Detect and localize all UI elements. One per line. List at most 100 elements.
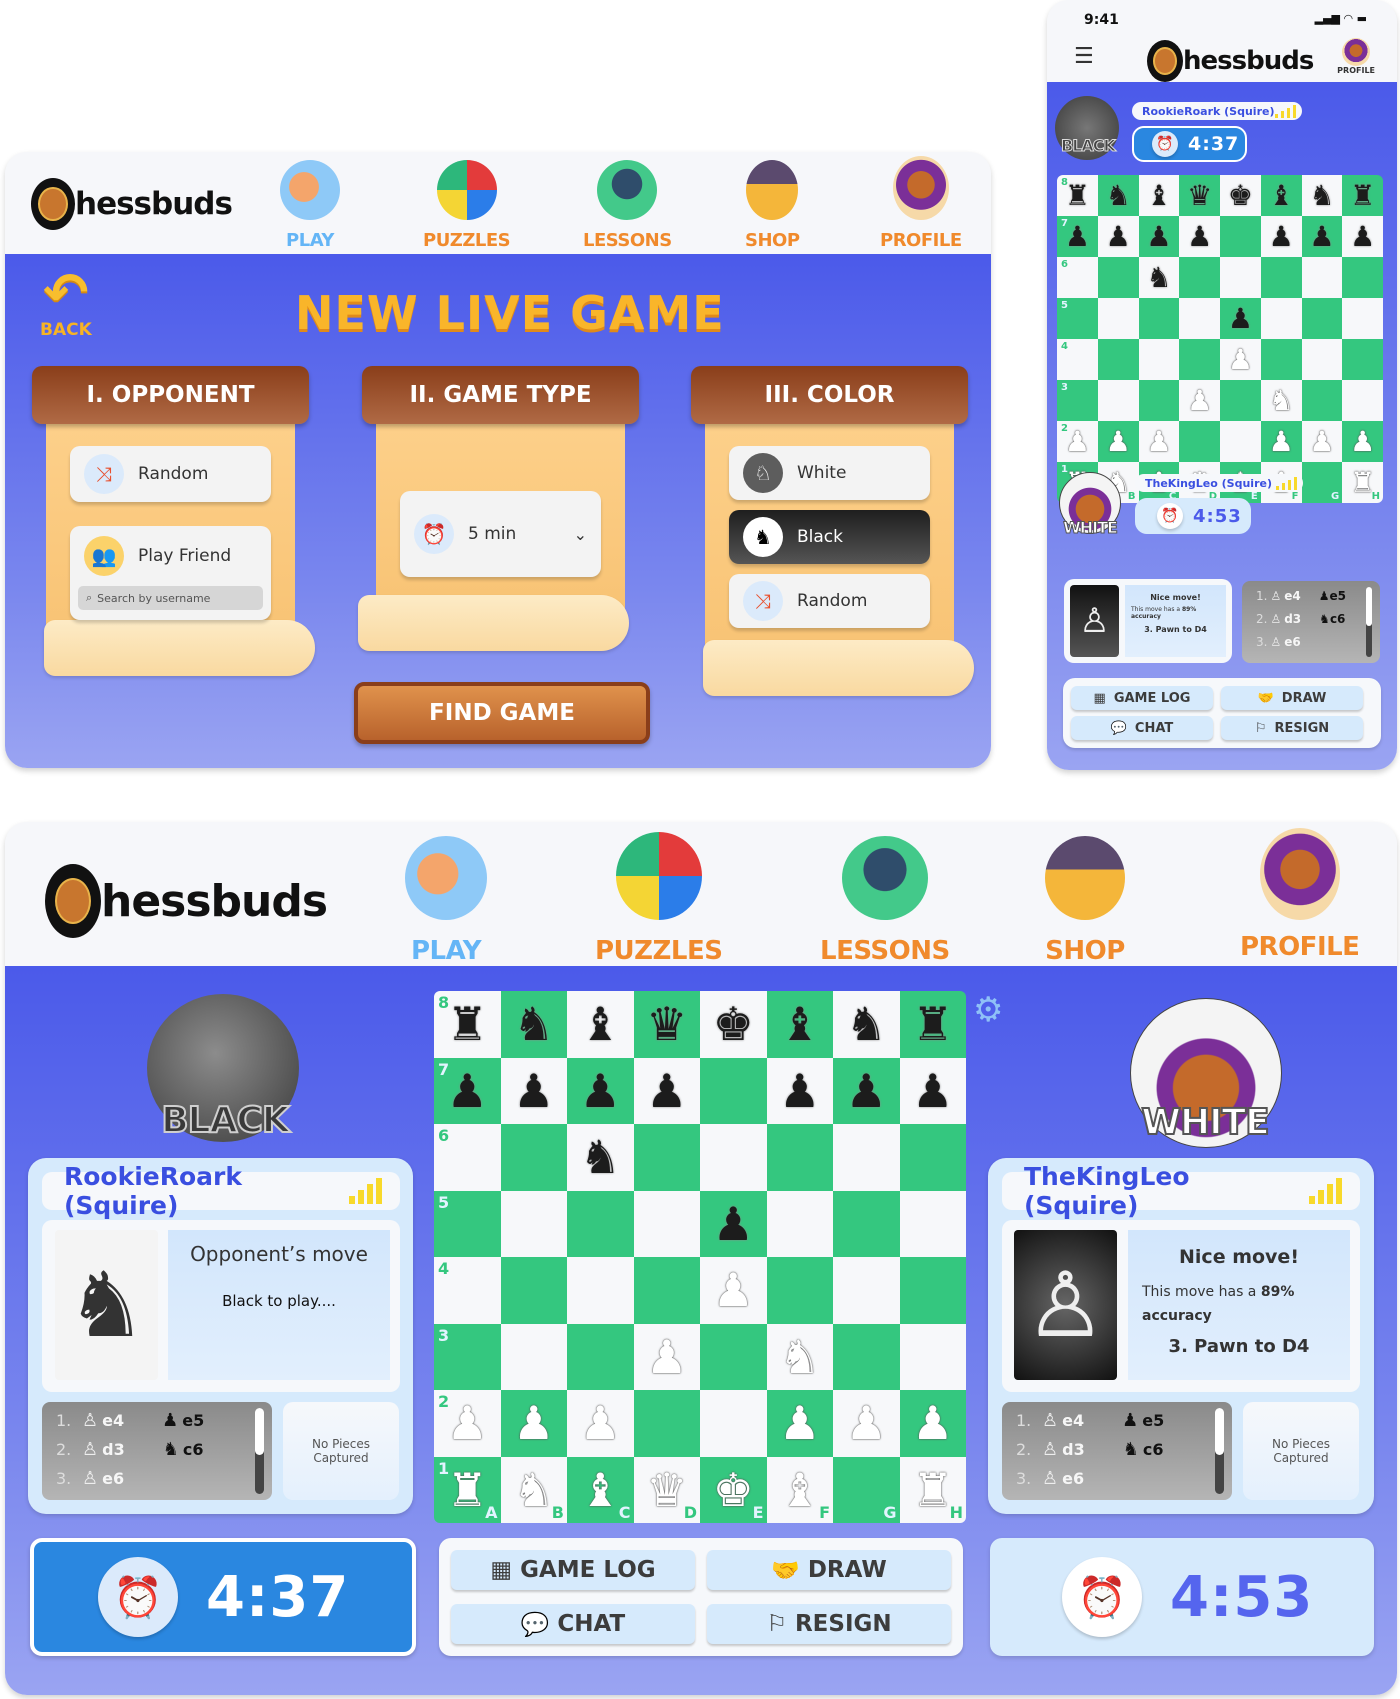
- black-knight-piece[interactable]: ♞: [1146, 263, 1171, 292]
- find-game-button[interactable]: FIND GAME: [354, 682, 650, 744]
- game-type-select[interactable]: ⏰ 5 min ⌄: [400, 491, 601, 577]
- black-rook-piece[interactable]: ♜: [447, 1001, 488, 1047]
- white-pawn-piece[interactable]: ♟: [1350, 427, 1375, 456]
- square-d3[interactable]: ♟: [633, 1323, 700, 1390]
- black-move-log[interactable]: 1. ♙ e4 ♟ e5 2. ♙ d3 ♞ c6 3. ♙ e6: [42, 1402, 272, 1500]
- nav-shop[interactable]: SHOP: [745, 160, 800, 251]
- square-g6[interactable]: [833, 1124, 900, 1191]
- square-c4[interactable]: [1138, 339, 1180, 380]
- square-b4[interactable]: [1097, 339, 1139, 380]
- nav-play[interactable]: PLAY: [405, 836, 487, 966]
- black-pawn-piece[interactable]: ♟: [1106, 222, 1131, 251]
- square-d8[interactable]: ♛: [633, 991, 700, 1058]
- square-c6[interactable]: ♞: [567, 1124, 634, 1191]
- square-f4[interactable]: [766, 1257, 833, 1324]
- square-c4[interactable]: [567, 1257, 634, 1324]
- color-black-option[interactable]: ♞ Black: [729, 510, 930, 564]
- black-pawn-piece[interactable]: ♟: [713, 1201, 754, 1247]
- square-b2[interactable]: ♟: [500, 1390, 567, 1457]
- square-h3[interactable]: [899, 1323, 966, 1390]
- chat-button[interactable]: 💬 CHAT: [1071, 716, 1213, 740]
- square-a1[interactable]: 1 A♜: [434, 1456, 501, 1523]
- square-e8[interactable]: ♚: [1220, 175, 1261, 216]
- nav-profile[interactable]: PROFILE: [1240, 828, 1360, 962]
- square-g5[interactable]: [1301, 298, 1343, 339]
- black-pawn-piece[interactable]: ♟: [1187, 222, 1212, 251]
- resign-button[interactable]: ⚐ RESIGN: [1221, 716, 1363, 740]
- square-g2[interactable]: ♟: [833, 1390, 900, 1457]
- black-pawn-piece[interactable]: ♟: [1350, 222, 1375, 251]
- square-a6[interactable]: 6: [1057, 257, 1098, 298]
- black-pawn-piece[interactable]: ♟: [912, 1068, 953, 1114]
- square-b5[interactable]: [1097, 298, 1139, 339]
- square-g2[interactable]: ♟: [1301, 421, 1343, 462]
- square-h4[interactable]: [899, 1257, 966, 1324]
- square-e4[interactable]: ♟: [1220, 339, 1261, 380]
- square-c7[interactable]: ♟: [1138, 216, 1180, 257]
- nav-puzzles[interactable]: PUZZLES: [423, 160, 511, 251]
- square-e8[interactable]: ♚: [700, 991, 767, 1058]
- square-c3[interactable]: [567, 1323, 634, 1390]
- square-a4[interactable]: 4: [1057, 339, 1098, 380]
- square-b2[interactable]: ♟: [1097, 421, 1139, 462]
- brand-logo[interactable]: hessbuds: [1147, 40, 1314, 82]
- brand-logo[interactable]: hessbuds: [31, 178, 233, 230]
- black-pawn-piece[interactable]: ♟: [1065, 222, 1090, 251]
- square-e6[interactable]: [1220, 257, 1261, 298]
- move-log-scrollbar[interactable]: [1366, 587, 1372, 657]
- white-pawn-piece[interactable]: ♟: [580, 1400, 621, 1446]
- square-f3[interactable]: ♞: [1260, 380, 1302, 421]
- move-log-scrollbar[interactable]: [1215, 1408, 1224, 1494]
- back-button[interactable]: ↶ BACK: [40, 266, 92, 341]
- square-d6[interactable]: [1179, 257, 1220, 298]
- square-c8[interactable]: ♝: [567, 991, 634, 1058]
- square-c2[interactable]: ♟: [567, 1390, 634, 1457]
- black-bishop-piece[interactable]: ♝: [779, 1001, 820, 1047]
- square-b6[interactable]: [1097, 257, 1139, 298]
- square-b7[interactable]: ♟: [500, 1057, 567, 1124]
- square-h3[interactable]: [1342, 380, 1383, 421]
- square-f4[interactable]: [1260, 339, 1302, 380]
- white-pawn-piece[interactable]: ♟: [912, 1400, 953, 1446]
- black-knight-piece[interactable]: ♞: [846, 1001, 887, 1047]
- white-pawn-piece[interactable]: ♟: [1309, 427, 1334, 456]
- brand-logo[interactable]: hessbuds: [45, 864, 328, 938]
- square-e2[interactable]: [1220, 421, 1261, 462]
- square-f7[interactable]: ♟: [766, 1057, 833, 1124]
- square-h4[interactable]: [1342, 339, 1383, 380]
- color-random-option[interactable]: ⤨ Random: [729, 574, 930, 628]
- square-b1[interactable]: B ♞: [500, 1456, 567, 1523]
- game-log-button[interactable]: ▦ GAME LOG: [1071, 686, 1213, 710]
- square-f3[interactable]: ♞: [766, 1323, 833, 1390]
- square-g7[interactable]: ♟: [833, 1057, 900, 1124]
- black-pawn-piece[interactable]: ♟: [513, 1068, 554, 1114]
- move-log-scrollbar[interactable]: [255, 1408, 264, 1494]
- color-white-option[interactable]: ♘ White: [729, 446, 930, 500]
- square-c7[interactable]: ♟: [567, 1057, 634, 1124]
- square-d2[interactable]: [633, 1390, 700, 1457]
- black-pawn-piece[interactable]: ♟: [1228, 304, 1253, 333]
- square-e3[interactable]: [1220, 380, 1261, 421]
- black-pawn-piece[interactable]: ♟: [1146, 222, 1171, 251]
- square-h6[interactable]: [899, 1124, 966, 1191]
- square-f8[interactable]: ♝: [1260, 175, 1302, 216]
- white-bishop-piece[interactable]: ♝: [580, 1467, 621, 1513]
- square-c1[interactable]: C♝: [567, 1456, 634, 1523]
- square-e7[interactable]: [700, 1057, 767, 1124]
- square-f6[interactable]: [1260, 257, 1302, 298]
- white-pawn-piece[interactable]: ♟: [447, 1400, 488, 1446]
- square-c6[interactable]: ♞: [1138, 257, 1180, 298]
- square-h1[interactable]: H ♜: [899, 1456, 966, 1523]
- white-knight-piece[interactable]: ♞: [779, 1334, 820, 1380]
- square-b4[interactable]: [500, 1257, 567, 1324]
- square-a5[interactable]: 5: [1057, 298, 1098, 339]
- square-e7[interactable]: [1220, 216, 1261, 257]
- square-c5[interactable]: [567, 1190, 634, 1257]
- square-e4[interactable]: ♟: [700, 1257, 767, 1324]
- square-h5[interactable]: [1342, 298, 1383, 339]
- square-g4[interactable]: [833, 1257, 900, 1324]
- white-pawn-piece[interactable]: ♟: [1187, 386, 1212, 415]
- nav-play[interactable]: PLAY: [280, 160, 340, 251]
- square-h8[interactable]: ♜: [899, 991, 966, 1058]
- black-knight-piece[interactable]: ♞: [1106, 181, 1131, 210]
